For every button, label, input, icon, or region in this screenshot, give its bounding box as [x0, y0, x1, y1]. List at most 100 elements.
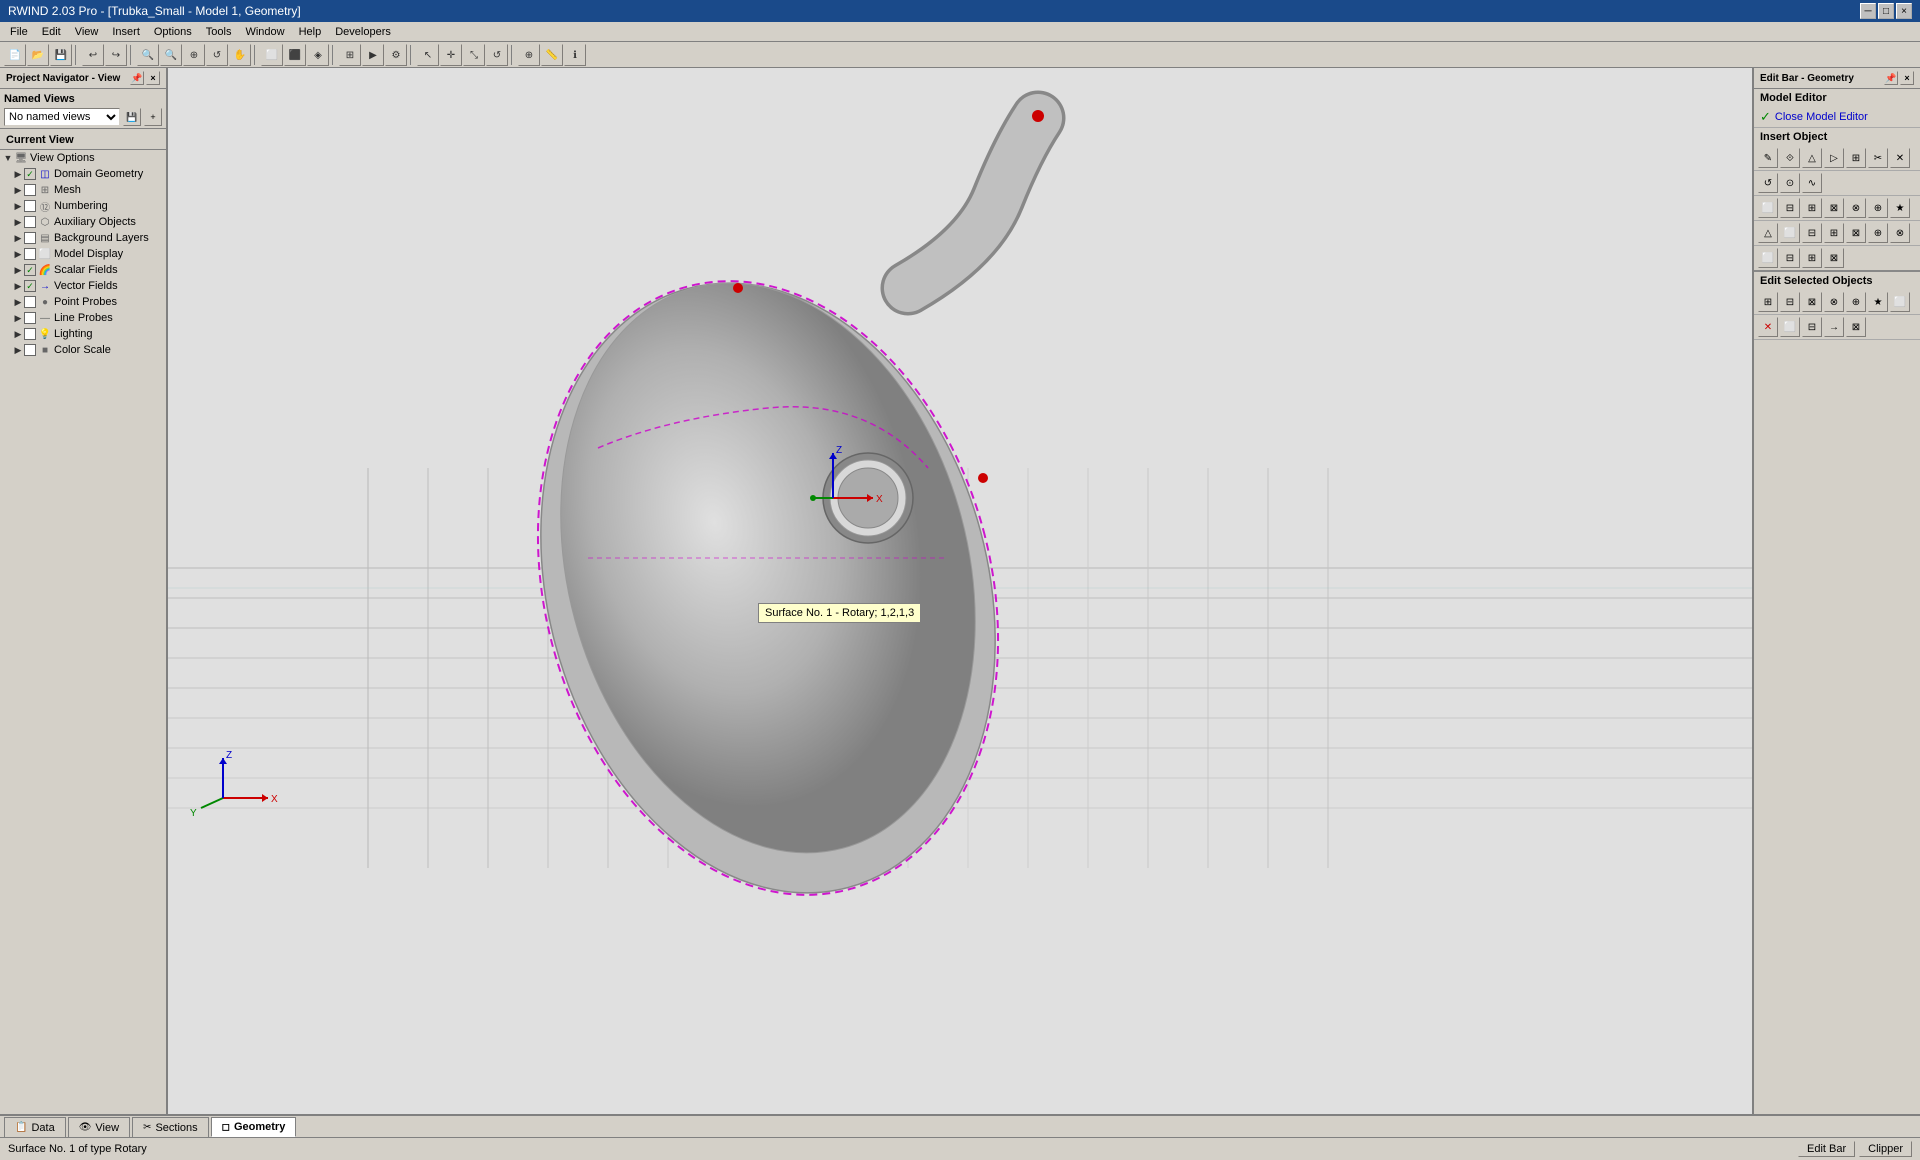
tree-item-model-display[interactable]: ▶ ⬜ Model Display	[0, 246, 166, 262]
right-panel-close[interactable]: ×	[1900, 71, 1914, 85]
menu-developers[interactable]: Developers	[329, 24, 397, 40]
insert-btn-24[interactable]: ⊗	[1890, 223, 1910, 243]
menu-insert[interactable]: Insert	[106, 24, 146, 40]
insert-btn-19[interactable]: ⬜	[1780, 223, 1800, 243]
insert-btn-13[interactable]: ⊞	[1802, 198, 1822, 218]
insert-btn-27[interactable]: ⊞	[1802, 248, 1822, 268]
tree-item-line-probes[interactable]: ▶ — Line Probes	[0, 310, 166, 326]
check-numbering[interactable]	[24, 200, 36, 212]
insert-btn-23[interactable]: ⊕	[1868, 223, 1888, 243]
insert-btn-28[interactable]: ⊠	[1824, 248, 1844, 268]
panel-close-button[interactable]: ×	[146, 71, 160, 85]
insert-btn-14[interactable]: ⊠	[1824, 198, 1844, 218]
check-vector[interactable]: ✓	[24, 280, 36, 292]
edit-btn-12[interactable]: ⊠	[1846, 317, 1866, 337]
tb-new[interactable]: 📄	[4, 44, 26, 66]
menu-edit[interactable]: Edit	[36, 24, 67, 40]
panel-pin-button[interactable]: 📌	[130, 71, 144, 85]
check-color-scale[interactable]	[24, 344, 36, 356]
insert-btn-7[interactable]: ✕	[1890, 148, 1910, 168]
tb-view-front[interactable]: ⬜	[261, 44, 283, 66]
edit-btn-11[interactable]: →	[1824, 317, 1844, 337]
tb-select[interactable]: ↖	[417, 44, 439, 66]
tb-snap[interactable]: ⊕	[518, 44, 540, 66]
check-model-display[interactable]	[24, 248, 36, 260]
tree-item-vector-fields[interactable]: ▶ ✓ → Vector Fields	[0, 278, 166, 294]
tab-data[interactable]: 📋 Data	[4, 1117, 66, 1137]
insert-btn-10[interactable]: ∿	[1802, 173, 1822, 193]
tb-undo[interactable]: ↩	[82, 44, 104, 66]
tb-zoom-fit[interactable]: ⊕	[183, 44, 205, 66]
edit-btn-7[interactable]: ⬜	[1890, 292, 1910, 312]
minimize-button[interactable]: ─	[1860, 3, 1876, 19]
tb-scale[interactable]: ⤡	[463, 44, 485, 66]
tree-item-scalar-fields[interactable]: ▶ ✓ 🌈 Scalar Fields	[0, 262, 166, 278]
tab-sections[interactable]: ✂ Sections	[132, 1117, 209, 1137]
edit-btn-4[interactable]: ⊗	[1824, 292, 1844, 312]
insert-btn-12[interactable]: ⊟	[1780, 198, 1800, 218]
status-clipper-btn[interactable]: Clipper	[1859, 1141, 1912, 1157]
tree-item-mesh[interactable]: ▶ ⊞ Mesh	[0, 182, 166, 198]
insert-btn-1[interactable]: ✎	[1758, 148, 1778, 168]
check-aux[interactable]	[24, 216, 36, 228]
tb-view-iso[interactable]: ◈	[307, 44, 329, 66]
tab-geometry[interactable]: ◻ Geometry	[211, 1117, 297, 1137]
check-lighting[interactable]	[24, 328, 36, 340]
named-views-add-btn[interactable]: +	[144, 108, 162, 126]
insert-btn-15[interactable]: ⊗	[1846, 198, 1866, 218]
edit-btn-3[interactable]: ⊠	[1802, 292, 1822, 312]
check-mesh[interactable]	[24, 184, 36, 196]
tb-measure[interactable]: 📏	[541, 44, 563, 66]
tree-item-background-layers[interactable]: ▶ ▤ Background Layers	[0, 230, 166, 246]
tree-item-domain-geometry[interactable]: ▶ ✓ ◫ Domain Geometry	[0, 166, 166, 182]
named-views-select[interactable]: No named views	[4, 108, 120, 126]
tree-item-view-options[interactable]: ▼ 🖥 View Options	[0, 150, 166, 166]
edit-btn-5[interactable]: ⊕	[1846, 292, 1866, 312]
status-edit-bar-btn[interactable]: Edit Bar	[1798, 1141, 1855, 1157]
edit-btn-1[interactable]: ⊞	[1758, 292, 1778, 312]
insert-btn-18[interactable]: △	[1758, 223, 1778, 243]
check-line-probes[interactable]	[24, 312, 36, 324]
insert-btn-4[interactable]: ▷	[1824, 148, 1844, 168]
insert-btn-6[interactable]: ✂	[1868, 148, 1888, 168]
tb-save[interactable]: 💾	[50, 44, 72, 66]
menu-tools[interactable]: Tools	[200, 24, 238, 40]
tb-settings[interactable]: ⚙	[385, 44, 407, 66]
insert-btn-9[interactable]: ⊙	[1780, 173, 1800, 193]
insert-btn-25[interactable]: ⬜	[1758, 248, 1778, 268]
right-panel-pin[interactable]: 📌	[1884, 71, 1898, 85]
check-point-probes[interactable]	[24, 296, 36, 308]
insert-btn-2[interactable]: ⟐	[1780, 148, 1800, 168]
viewport[interactable]: X Z X Y Z	[168, 68, 1752, 1114]
insert-btn-11[interactable]: ⬜	[1758, 198, 1778, 218]
check-bg[interactable]	[24, 232, 36, 244]
check-domain-geometry[interactable]: ✓	[24, 168, 36, 180]
insert-btn-26[interactable]: ⊟	[1780, 248, 1800, 268]
tb-rotate[interactable]: ↺	[206, 44, 228, 66]
tb-redo[interactable]: ↪	[105, 44, 127, 66]
tree-item-numbering[interactable]: ▶ ⑫ Numbering	[0, 198, 166, 214]
tb-open[interactable]: 📂	[27, 44, 49, 66]
named-views-save-btn[interactable]: 💾	[123, 108, 141, 126]
menu-options[interactable]: Options	[148, 24, 198, 40]
menu-help[interactable]: Help	[293, 24, 328, 40]
tb-view-top[interactable]: ⬛	[284, 44, 306, 66]
tb-move[interactable]: ✛	[440, 44, 462, 66]
edit-btn-6[interactable]: ★	[1868, 292, 1888, 312]
tree-item-color-scale[interactable]: ▶ ■ Color Scale	[0, 342, 166, 358]
edit-btn-2[interactable]: ⊟	[1780, 292, 1800, 312]
tree-item-auxiliary-objects[interactable]: ▶ ⬡ Auxiliary Objects	[0, 214, 166, 230]
menu-file[interactable]: File	[4, 24, 34, 40]
maximize-button[interactable]: □	[1878, 3, 1894, 19]
tb-render[interactable]: ▶	[362, 44, 384, 66]
tree-item-lighting[interactable]: ▶ 💡 Lighting	[0, 326, 166, 342]
close-button[interactable]: ×	[1896, 3, 1912, 19]
menu-view[interactable]: View	[69, 24, 105, 40]
insert-btn-3[interactable]: △	[1802, 148, 1822, 168]
insert-btn-17[interactable]: ★	[1890, 198, 1910, 218]
insert-btn-22[interactable]: ⊠	[1846, 223, 1866, 243]
close-model-editor-btn[interactable]: Close Model Editor	[1775, 111, 1868, 123]
edit-btn-10[interactable]: ⊟	[1802, 317, 1822, 337]
tb-info[interactable]: ℹ	[564, 44, 586, 66]
edit-btn-8[interactable]: ✕	[1758, 317, 1778, 337]
